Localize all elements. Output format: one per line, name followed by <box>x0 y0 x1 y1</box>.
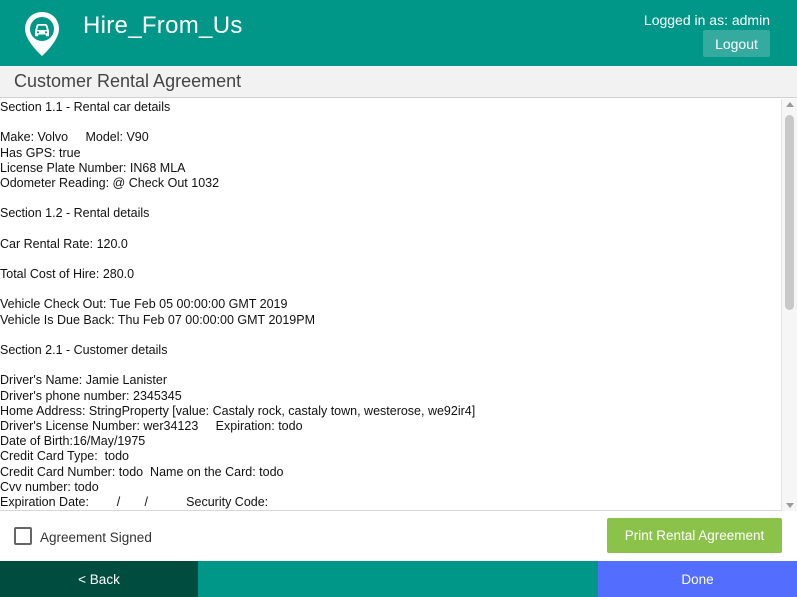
logout-button[interactable]: Logout <box>703 30 770 57</box>
app-header: Hire_From_Us Logged in as: admin Logout <box>0 0 797 66</box>
page-title: Customer Rental Agreement <box>14 71 242 91</box>
agreement-line: Section 1.1 - Rental car details <box>0 100 171 114</box>
app-title: Hire_From_Us <box>83 12 243 39</box>
scroll-up-arrow-icon[interactable] <box>786 102 794 107</box>
agreement-line: Cvv number: todo <box>0 479 99 494</box>
agreement-line: Car Rental Rate: 120.0 <box>0 236 128 251</box>
logged-in-user: Logged in as: admin <box>643 12 770 28</box>
agreement-line: Driver's Name: Jamie Lanister <box>0 373 168 388</box>
agreement-line: Has GPS: true <box>0 145 81 160</box>
page-title-bar: Customer Rental Agreement <box>0 66 797 98</box>
agreement-line: Home Address: StringProperty [value: Cas… <box>0 403 476 418</box>
agreement-text-area[interactable]: Section 1.1 - Rental car details Make: Vo… <box>0 99 797 511</box>
scroll-thumb[interactable] <box>785 115 794 310</box>
agreement-line: Section 1.2 - Rental details <box>0 206 150 221</box>
agreement-line: Vehicle Check Out: Tue Feb 05 00:00:00 G… <box>0 297 288 312</box>
agreement-line: Credit Card Type: todo <box>0 449 130 464</box>
car-location-pin-icon <box>25 12 59 56</box>
agreement-line: License Plate Number: IN68 MLA <box>0 160 186 175</box>
agreement-line: Make: Volvo Model: V90 <box>0 130 149 145</box>
agreement-line: Total Cost of Hire: 280.0 <box>0 267 135 282</box>
back-button[interactable]: < Back <box>0 561 198 597</box>
agreement-signed-checkbox[interactable] <box>14 527 32 545</box>
done-button[interactable]: Done <box>598 561 797 597</box>
agreement-line: Credit Card Number: todo Name on the Car… <box>0 464 284 479</box>
agreement-line: Section 2.1 - Customer details <box>0 343 168 357</box>
agreement-signed-label: Agreement Signed <box>40 529 152 545</box>
agreement-line: Vehicle Is Due Back: Thu Feb 07 00:00:00… <box>0 312 315 327</box>
agreement-line: Driver's phone number: 2345345 <box>0 388 182 403</box>
scroll-down-arrow-icon[interactable] <box>786 503 794 508</box>
agreement-line: Date of Birth:16/May/1975 <box>0 434 146 449</box>
agreement-scrollbar[interactable] <box>781 99 797 511</box>
agreement-line: Odometer Reading: @ Check Out 1032 <box>0 175 220 190</box>
print-rental-agreement-button[interactable]: Print Rental Agreement <box>607 518 782 553</box>
agreement-content: Section 1.1 - Rental car details Make: Vo… <box>0 100 780 510</box>
footer-bar: < Back Done <box>0 561 797 597</box>
agreement-signed-row: Agreement Signed <box>14 527 152 545</box>
agreement-line: Expiration Date: / / Security Code: <box>0 494 269 509</box>
agreement-line: Driver's License Number: wer34123 Expira… <box>0 418 303 433</box>
